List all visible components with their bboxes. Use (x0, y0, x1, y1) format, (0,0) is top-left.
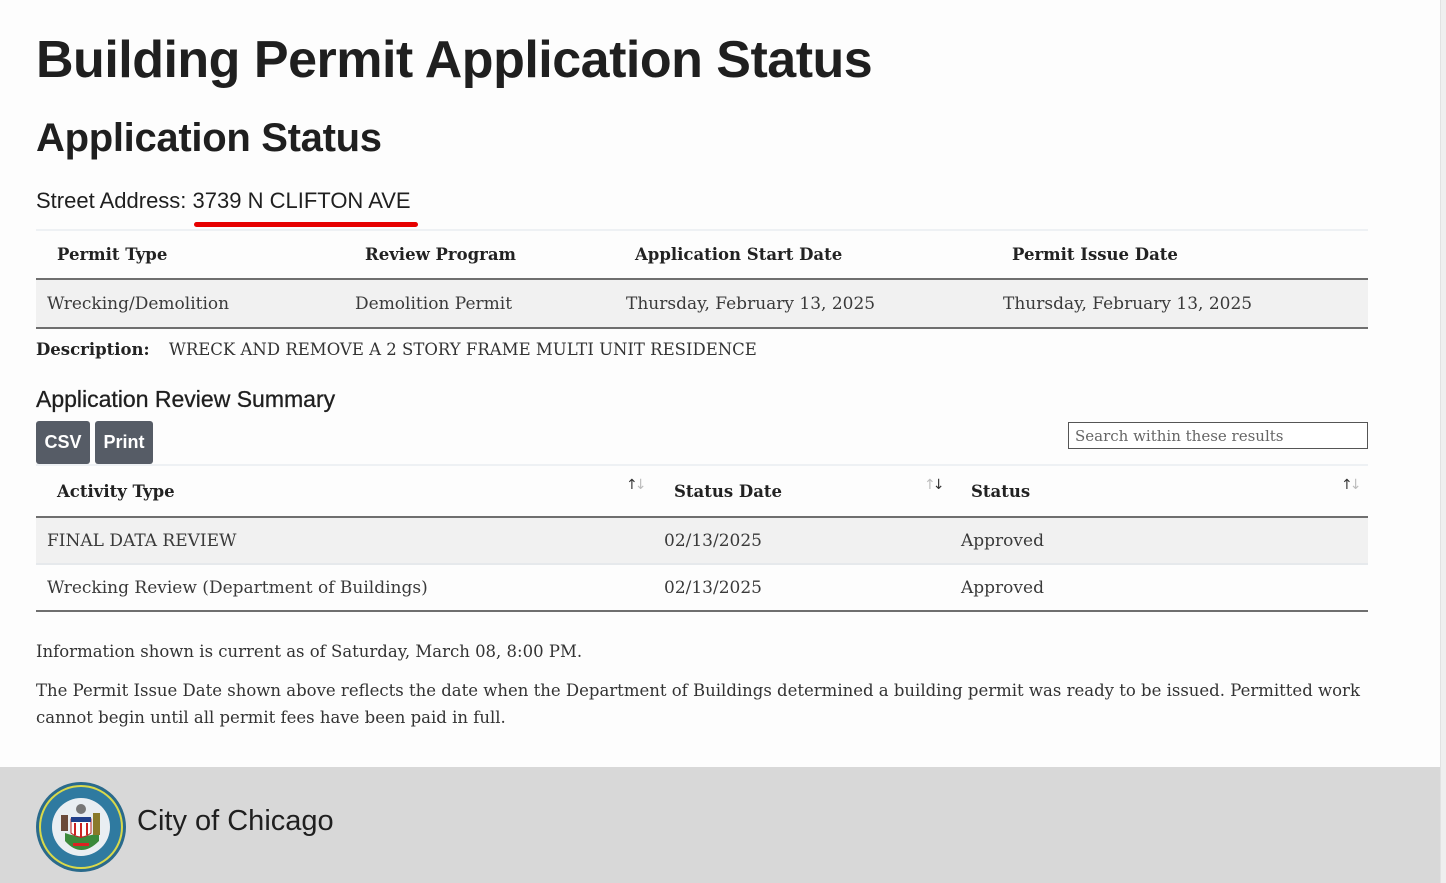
current-as-of-note: Information shown is current as of Satur… (36, 642, 583, 661)
header-permit-issue-date: Permit Issue Date (1012, 245, 1178, 264)
header-permit-type: Permit Type (57, 245, 168, 264)
permit-table: Permit Type Review Program Application S… (36, 231, 1368, 329)
header-status[interactable]: Status (971, 482, 1030, 501)
table-row: FINAL DATA REVIEW 02/13/2025 Approved (36, 518, 1368, 565)
permit-table-header: Permit Type Review Program Application S… (36, 231, 1368, 280)
description: Description: WRECK AND REMOVE A 2 STORY … (36, 340, 757, 359)
page: Building Permit Application Status Appli… (0, 0, 1440, 767)
street-address-label: Street Address: (36, 188, 187, 213)
review-table: Activity Type ↑↓ Status Date ↑↓ Status ↑… (36, 465, 1368, 612)
footer-title: City of Chicago (137, 805, 334, 837)
status: Approved (961, 578, 1044, 598)
header-status-date[interactable]: Status Date (674, 482, 782, 501)
description-label: Description: (36, 340, 150, 359)
street-address-value: 3739 N CLIFTON AVE (192, 188, 411, 213)
status-date: 02/13/2025 (664, 531, 762, 551)
sort-up-down-icon[interactable]: ↑↓ (924, 477, 944, 493)
page-title: Building Permit Application Status (36, 31, 873, 89)
footer: City of Chicago (0, 767, 1440, 883)
table-row: Wrecking Review (Department of Buildings… (36, 565, 1368, 612)
review-program: Demolition Permit (355, 294, 513, 314)
header-application-start-date: Application Start Date (635, 245, 843, 264)
permit-row: Wrecking/Demolition Demolition Permit Th… (36, 280, 1368, 329)
sort-up-down-icon[interactable]: ↑↓ (626, 477, 646, 493)
application-start-date: Thursday, February 13, 2025 (626, 294, 876, 314)
section-title: Application Status (36, 116, 382, 160)
status-date: 02/13/2025 (664, 578, 762, 598)
status: Approved (961, 531, 1044, 551)
review-summary-title: Application Review Summary (36, 386, 336, 412)
header-activity-type[interactable]: Activity Type (57, 482, 175, 501)
csv-button[interactable]: CSV (36, 421, 90, 464)
scrollbar[interactable] (1440, 0, 1446, 883)
review-table-header: Activity Type ↑↓ Status Date ↑↓ Status ↑… (36, 465, 1368, 518)
activity-type: FINAL DATA REVIEW (47, 531, 237, 551)
sort-up-down-icon[interactable]: ↑↓ (1341, 477, 1361, 493)
permit-disclaimer: The Permit Issue Date shown above reflec… (36, 681, 1360, 727)
red-underline-annotation (194, 222, 418, 227)
search-input[interactable] (1068, 422, 1368, 449)
description-value: WRECK AND REMOVE A 2 STORY FRAME MULTI U… (168, 340, 757, 359)
header-review-program: Review Program (365, 245, 516, 264)
city-seal-icon (36, 782, 126, 872)
activity-type: Wrecking Review (Department of Buildings… (47, 578, 428, 598)
permit-type: Wrecking/Demolition (47, 294, 230, 314)
permit-issue-date: Thursday, February 13, 2025 (1003, 294, 1253, 314)
print-button[interactable]: Print (95, 421, 153, 464)
street-address: Street Address: 3739 N CLIFTON AVE (36, 188, 411, 214)
